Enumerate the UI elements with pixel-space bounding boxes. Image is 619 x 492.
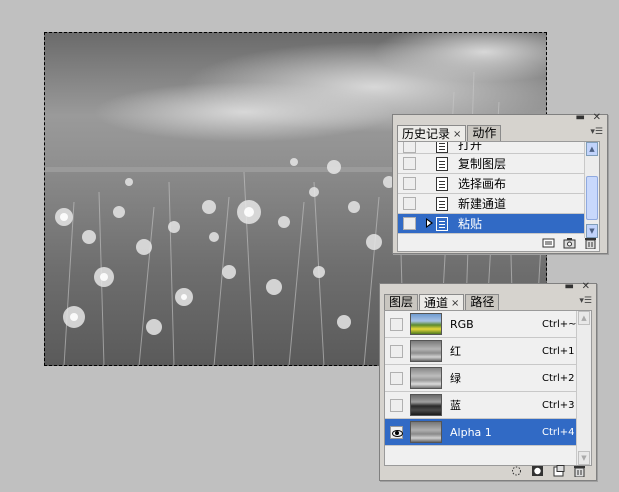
history-panel-titlebar[interactable]: ▬ ✕ [393, 113, 607, 124]
visibility-toggle[interactable] [390, 398, 403, 412]
scroll-up-arrow-icon[interactable]: ▲ [586, 142, 598, 156]
history-brush-source-box[interactable] [403, 217, 416, 230]
minimize-icon[interactable]: ▬ [565, 282, 574, 292]
list-item[interactable]: 新建通道 [398, 194, 599, 214]
channel-row-green[interactable]: 绿 Ctrl+2 [385, 365, 577, 392]
list-item[interactable]: 复制图层 [398, 154, 599, 174]
current-state-slider-icon[interactable] [426, 217, 436, 230]
history-tabs: 历史记录 × 动作 [397, 125, 502, 142]
visibility-toggle[interactable] [390, 371, 403, 385]
history-brush-source-box[interactable] [403, 142, 416, 153]
channel-row-alpha-1[interactable]: Alpha 1 Ctrl+4 [385, 419, 577, 446]
visibility-toggle[interactable] [390, 425, 403, 439]
channels-scrollbar[interactable]: ▲ ▼ [576, 311, 591, 465]
channel-row-red[interactable]: 红 Ctrl+1 [385, 338, 577, 365]
history-footer [393, 233, 607, 253]
trash-icon[interactable] [584, 237, 597, 250]
tab-actions[interactable]: 动作 [467, 125, 502, 141]
list-item[interactable]: 选择画布 [398, 174, 599, 194]
history-brush-source-box[interactable] [403, 157, 416, 170]
channels-tabs: 图层 通道 × 路径 [384, 294, 500, 311]
minimize-icon[interactable]: ▬ [576, 113, 585, 123]
channel-row-blue[interactable]: 蓝 Ctrl+3 [385, 392, 577, 419]
list-item[interactable]: 粘贴 [398, 214, 585, 234]
tab-layers[interactable]: 图层 [384, 294, 419, 310]
history-scrollbar[interactable]: ▲ ▼ [584, 142, 599, 238]
list-item[interactable]: 打开 [398, 142, 599, 154]
tab-history[interactable]: 历史记录 × [397, 125, 467, 142]
history-state-icon [436, 216, 448, 231]
load-selection-icon[interactable] [510, 465, 523, 477]
trash-icon[interactable] [573, 465, 586, 478]
channels-footer [380, 462, 596, 480]
panel-menu-icon[interactable]: ▾☰ [579, 296, 592, 306]
channel-thumbnail [410, 421, 442, 443]
channels-list[interactable]: RGB Ctrl+~ 红 Ctrl+1 绿 Ctrl+2 蓝 Ctrl+3 Al [384, 310, 592, 466]
panel-menu-icon[interactable]: ▾☰ [590, 127, 603, 137]
channel-thumbnail [410, 394, 442, 416]
history-state-icon [436, 196, 448, 211]
history-state-icon [436, 156, 448, 171]
close-panel-icon[interactable]: ✕ [582, 282, 590, 292]
scroll-up-arrow-icon[interactable]: ▲ [578, 311, 590, 325]
channel-thumbnail [410, 367, 442, 389]
history-brush-source-box[interactable] [403, 177, 416, 190]
close-panel-icon[interactable]: ✕ [593, 113, 601, 123]
tab-channels[interactable]: 通道 × [419, 294, 465, 311]
tab-close-icon[interactable]: × [453, 127, 461, 142]
history-state-icon [436, 142, 448, 153]
channel-thumbnail [410, 313, 442, 335]
tab-close-icon[interactable]: × [451, 296, 459, 311]
channels-panel-titlebar[interactable]: ▬ ✕ [380, 282, 596, 293]
new-channel-icon[interactable] [552, 465, 565, 477]
tab-paths[interactable]: 路径 [465, 294, 500, 310]
channels-panel: ▬ ✕ 图层 通道 × 路径 ▾☰ RGB Ctrl+~ 红 Ctrl+1 绿 … [379, 282, 597, 481]
channel-thumbnail [410, 340, 442, 362]
save-selection-icon[interactable] [531, 465, 544, 477]
new-document-from-state-icon[interactable] [542, 237, 555, 249]
channel-row-rgb[interactable]: RGB Ctrl+~ [385, 311, 577, 338]
scroll-thumb[interactable] [586, 176, 598, 220]
history-panel: ▬ ✕ 历史记录 × 动作 ▾☰ 打开 复制图层 选择画布 新建通道 粘贴 ▲ … [392, 113, 608, 254]
visibility-toggle[interactable] [390, 344, 403, 358]
eye-icon [392, 429, 403, 437]
snapshot-camera-icon[interactable] [563, 237, 576, 249]
history-state-icon [436, 176, 448, 191]
history-brush-source-box[interactable] [403, 197, 416, 210]
visibility-toggle[interactable] [390, 317, 403, 331]
